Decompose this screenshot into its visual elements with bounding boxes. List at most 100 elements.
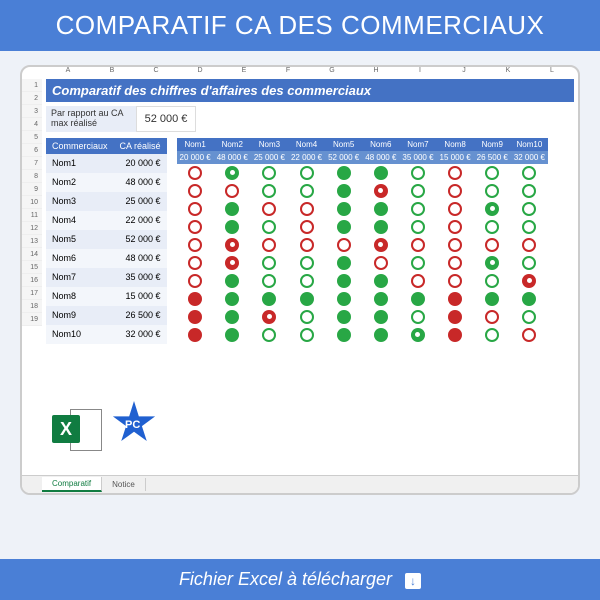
row-header[interactable]: 13 xyxy=(22,235,42,248)
status-dot-cell[interactable] xyxy=(511,272,548,290)
status-dot-cell[interactable] xyxy=(437,254,474,272)
status-dot-cell[interactable] xyxy=(177,326,214,344)
status-dot-cell[interactable] xyxy=(474,326,511,344)
status-dot-cell[interactable] xyxy=(437,218,474,236)
status-dot-cell[interactable] xyxy=(214,200,251,218)
status-dot-cell[interactable] xyxy=(251,326,288,344)
status-dot-cell[interactable] xyxy=(437,326,474,344)
status-dot-cell[interactable] xyxy=(177,272,214,290)
status-dot-cell[interactable] xyxy=(437,200,474,218)
row-header[interactable]: 19 xyxy=(22,313,42,326)
status-dot-cell[interactable] xyxy=(399,326,436,344)
status-dot-cell[interactable] xyxy=(177,164,214,182)
status-dot-cell[interactable] xyxy=(251,164,288,182)
status-dot-cell[interactable] xyxy=(474,218,511,236)
status-dot-cell[interactable] xyxy=(474,254,511,272)
status-dot-cell[interactable] xyxy=(214,218,251,236)
status-dot-cell[interactable] xyxy=(362,236,399,254)
status-dot-cell[interactable] xyxy=(288,236,325,254)
row-header[interactable]: 11 xyxy=(22,209,42,222)
status-dot-cell[interactable] xyxy=(251,182,288,200)
status-dot-cell[interactable] xyxy=(288,164,325,182)
table-row[interactable]: Nom120 000 € xyxy=(46,154,167,173)
col-header[interactable]: L xyxy=(530,67,574,74)
status-dot-cell[interactable] xyxy=(177,182,214,200)
ref-value-cell[interactable]: 52 000 € xyxy=(136,106,196,132)
status-dot-cell[interactable] xyxy=(325,200,362,218)
status-dot-cell[interactable] xyxy=(511,290,548,308)
status-dot-cell[interactable] xyxy=(399,200,436,218)
status-dot-cell[interactable] xyxy=(177,290,214,308)
col-header[interactable]: D xyxy=(178,67,222,74)
status-dot-cell[interactable] xyxy=(399,236,436,254)
status-dot-cell[interactable] xyxy=(362,182,399,200)
status-dot-cell[interactable] xyxy=(511,182,548,200)
status-dot-cell[interactable] xyxy=(251,308,288,326)
row-header[interactable]: 9 xyxy=(22,183,42,196)
col-header[interactable]: J xyxy=(442,67,486,74)
col-header[interactable]: A xyxy=(46,67,90,74)
status-dot-cell[interactable] xyxy=(511,218,548,236)
row-header[interactable]: 5 xyxy=(22,131,42,144)
col-header[interactable]: K xyxy=(486,67,530,74)
status-dot-cell[interactable] xyxy=(362,254,399,272)
status-dot-cell[interactable] xyxy=(288,200,325,218)
status-dot-cell[interactable] xyxy=(399,290,436,308)
status-dot-cell[interactable] xyxy=(214,326,251,344)
table-row[interactable]: Nom648 000 € xyxy=(46,249,167,268)
status-dot-cell[interactable] xyxy=(251,236,288,254)
status-dot-cell[interactable] xyxy=(362,218,399,236)
status-dot-cell[interactable] xyxy=(399,254,436,272)
status-dot-cell[interactable] xyxy=(325,308,362,326)
status-dot-cell[interactable] xyxy=(474,290,511,308)
status-dot-cell[interactable] xyxy=(214,308,251,326)
status-dot-cell[interactable] xyxy=(288,290,325,308)
status-dot-cell[interactable] xyxy=(399,164,436,182)
status-dot-cell[interactable] xyxy=(399,272,436,290)
status-dot-cell[interactable] xyxy=(214,272,251,290)
status-dot-cell[interactable] xyxy=(325,164,362,182)
status-dot-cell[interactable] xyxy=(325,326,362,344)
row-header[interactable]: 4 xyxy=(22,118,42,131)
table-row[interactable]: Nom1032 000 € xyxy=(46,325,167,344)
row-header[interactable]: 6 xyxy=(22,144,42,157)
col-header[interactable]: F xyxy=(266,67,310,74)
status-dot-cell[interactable] xyxy=(511,326,548,344)
status-dot-cell[interactable] xyxy=(437,308,474,326)
status-dot-cell[interactable] xyxy=(288,218,325,236)
status-dot-cell[interactable] xyxy=(474,200,511,218)
status-dot-cell[interactable] xyxy=(362,326,399,344)
status-dot-cell[interactable] xyxy=(251,218,288,236)
status-dot-cell[interactable] xyxy=(474,272,511,290)
status-dot-cell[interactable] xyxy=(511,308,548,326)
col-header[interactable]: M xyxy=(574,67,580,74)
status-dot-cell[interactable] xyxy=(362,308,399,326)
status-dot-cell[interactable] xyxy=(325,218,362,236)
status-dot-cell[interactable] xyxy=(511,236,548,254)
table-row[interactable]: Nom325 000 € xyxy=(46,192,167,211)
status-dot-cell[interactable] xyxy=(177,254,214,272)
status-dot-cell[interactable] xyxy=(474,164,511,182)
status-dot-cell[interactable] xyxy=(511,254,548,272)
tab-notice[interactable]: Notice xyxy=(102,478,146,491)
col-header[interactable]: I xyxy=(398,67,442,74)
status-dot-cell[interactable] xyxy=(214,236,251,254)
status-dot-cell[interactable] xyxy=(214,254,251,272)
status-dot-cell[interactable] xyxy=(399,182,436,200)
status-dot-cell[interactable] xyxy=(288,272,325,290)
status-dot-cell[interactable] xyxy=(437,272,474,290)
status-dot-cell[interactable] xyxy=(325,290,362,308)
col-header[interactable]: H xyxy=(354,67,398,74)
status-dot-cell[interactable] xyxy=(362,290,399,308)
row-header[interactable]: 8 xyxy=(22,170,42,183)
status-dot-cell[interactable] xyxy=(288,182,325,200)
status-dot-cell[interactable] xyxy=(325,236,362,254)
row-header[interactable]: 15 xyxy=(22,261,42,274)
status-dot-cell[interactable] xyxy=(214,164,251,182)
status-dot-cell[interactable] xyxy=(437,290,474,308)
status-dot-cell[interactable] xyxy=(399,218,436,236)
status-dot-cell[interactable] xyxy=(437,236,474,254)
status-dot-cell[interactable] xyxy=(325,254,362,272)
status-dot-cell[interactable] xyxy=(251,254,288,272)
table-row[interactable]: Nom552 000 € xyxy=(46,230,167,249)
